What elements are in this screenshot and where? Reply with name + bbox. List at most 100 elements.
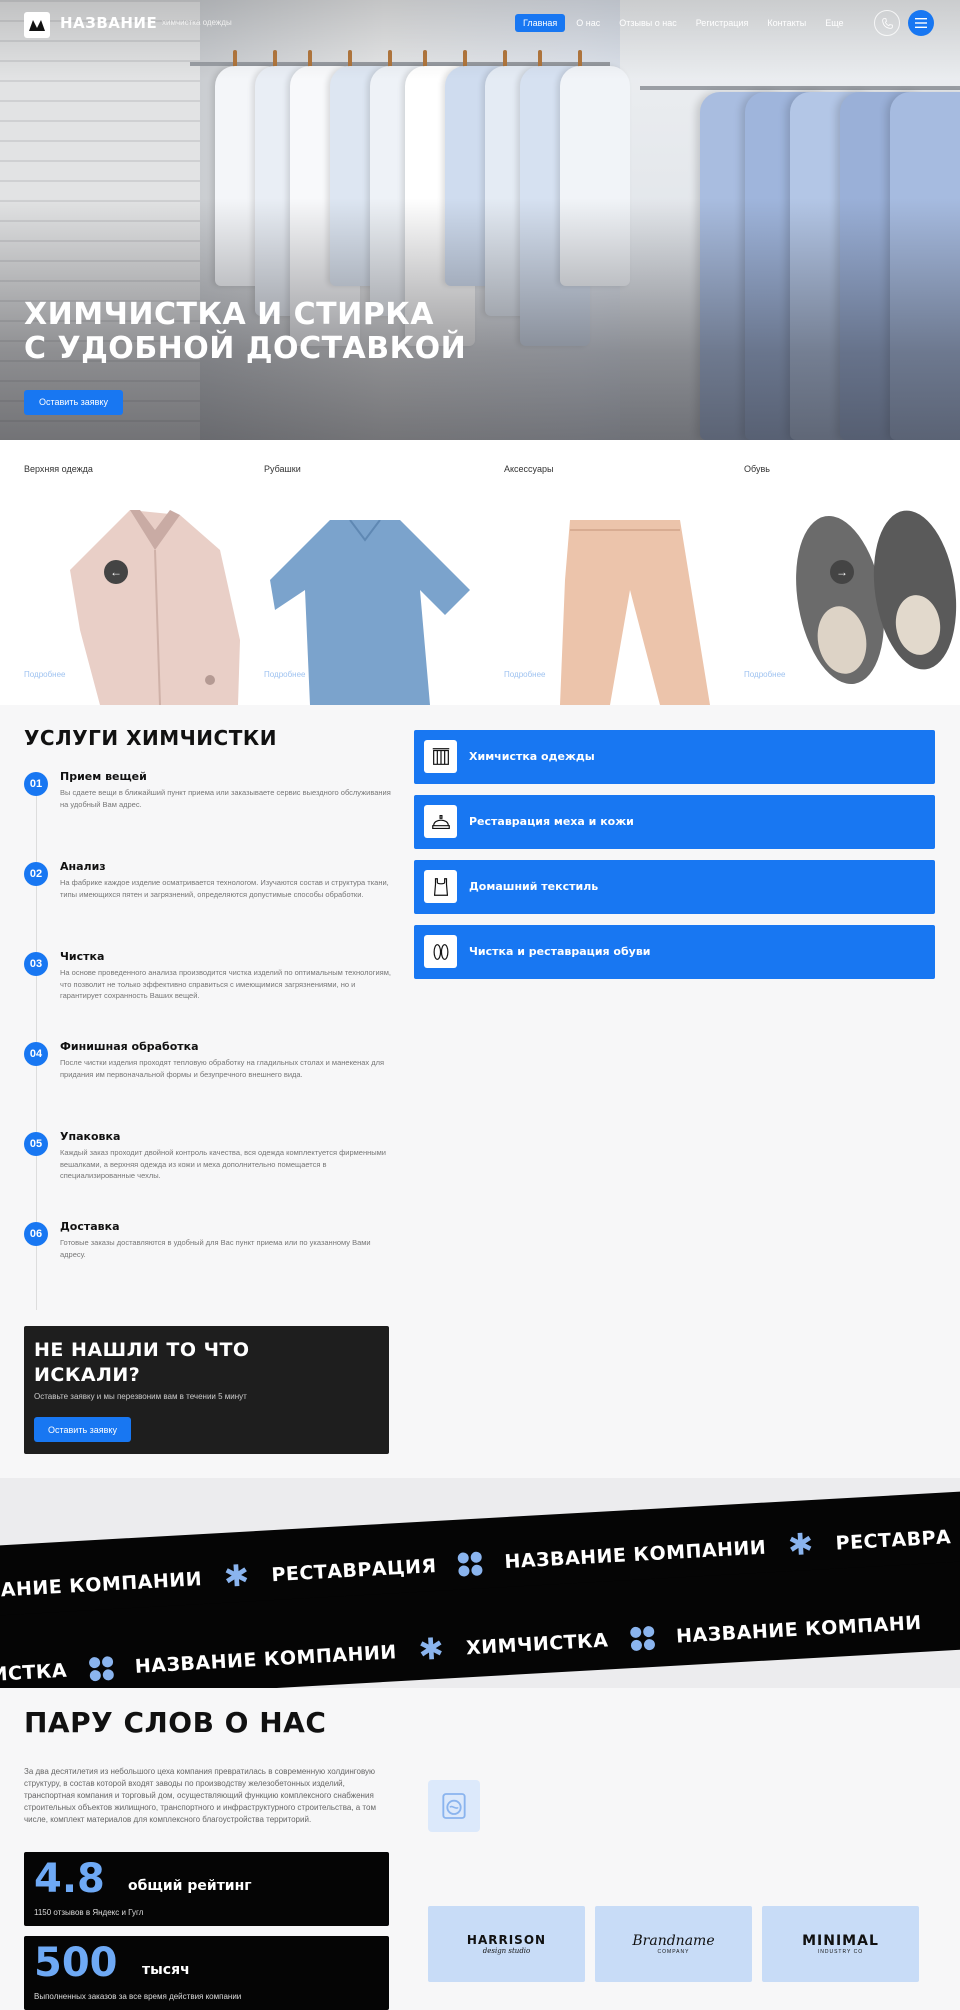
stat-unit: общий рейтинг [128,1878,252,1894]
asterisk-icon: ✱ [787,1526,815,1564]
hero-title-line2: С УДОБНОЙ ДОСТАВКОЙ [24,331,467,366]
category-label: Аксессуары [504,464,554,474]
marquee-text: НАЗВАНИЕ КОМПАНИ [675,1611,923,1648]
stat-card-rating: 4.8 общий рейтинг 1150 отзывов в Яндекс … [24,1852,389,1926]
category-label: Верхняя одежда [24,464,93,474]
step-text: Вы сдаете вещи в ближайший пункт приема … [60,788,391,809]
categories-carousel: Верхняя одежда Подробнее Рубашки Подробн… [0,440,960,705]
clothes-icon [424,740,457,773]
arrow-right-icon: → [836,565,848,579]
step-title: Чистка [60,950,105,963]
marquee-text: НАЗВАНИЕ КОМПАНИИ [503,1536,767,1574]
stat-unit: тысяч [142,1962,190,1978]
asterisk-icon: ✱ [222,1558,251,1595]
step-text: После чистки изделия проходят тепловую о… [60,1058,385,1079]
step-text: На фабрике каждое изделие осматривается … [60,878,389,899]
logo-icon[interactable] [24,12,50,38]
nav-about[interactable]: О нас [568,14,608,32]
step-text: Каждый заказ проходит двойной контроль к… [60,1148,386,1180]
marquee-text: РЕСТАВРА [835,1526,952,1555]
marquee-text: РЕСТАВРАЦИЯ [270,1555,438,1587]
step-number: 06 [24,1222,48,1246]
main-nav: Главная О нас Отзывы о нас Регистрация К… [515,14,855,32]
phone-button[interactable] [874,10,900,36]
marquee-text: АНИЕ КОМПАНИИ [0,1568,203,1602]
step-number: 02 [24,862,48,886]
brand-subtitle: химчистка одежды [162,18,232,27]
marquee-text: ИСТКА [0,1659,68,1686]
trousers-image [560,520,710,705]
category-more-link[interactable]: Подробнее [24,670,66,679]
menu-button[interactable] [908,10,934,36]
category-label: Рубашки [264,464,301,474]
flower-icon [88,1656,114,1682]
category-more-link[interactable]: Подробнее [504,670,546,679]
step-title: Анализ [60,860,106,873]
step-title: Прием вещей [60,770,147,783]
hero-title: ХИМЧИСТКА И СТИРКА С УДОБНОЙ ДОСТАВКОЙ [24,298,584,366]
marquee-row: ИСТКА НАЗВАНИЕ КОМПАНИИ ✱ ХИМЧИСТКА НАЗВ… [0,1607,944,1688]
brand-name[interactable]: НАЗВАНИЕ [60,14,157,32]
hero-request-button[interactable]: Оставить заявку [24,390,123,415]
service-button-clothes[interactable]: Химчистка одежды [414,730,935,784]
promo-card: НЕ НАШЛИ ТО ЧТО ИСКАЛИ? Оставьте заявку … [24,1326,389,1454]
nav-reviews[interactable]: Отзывы о нас [611,14,684,32]
service-button-textile[interactable]: Домашний текстиль [414,860,935,914]
step-title: Упаковка [60,1130,121,1143]
promo-title-line1: НЕ НАШЛИ ТО ЧТО [34,1339,250,1361]
partner-sub: COMPANY [657,1949,690,1955]
flower-icon [457,1551,484,1577]
arrow-left-icon: ← [110,565,122,579]
stat-caption: 1150 отзывов в Яндекс и Гугл [34,1908,144,1917]
promo-title: НЕ НАШЛИ ТО ЧТО ИСКАЛИ? [34,1338,334,1388]
marquee-section: АНИЕ КОМПАНИИ ✱ РЕСТАВРАЦИЯ НАЗВАНИЕ КОМ… [0,1478,960,1688]
step-text: Готовые заказы доставляются в удобный дл… [60,1238,371,1259]
about-title: ПАРУ СЛОВ О НАС [24,1706,327,1739]
nav-registration[interactable]: Регистрация [688,14,757,32]
service-button-fur-leather[interactable]: Реставрация меха и кожи [414,795,935,849]
partner-logo-harrison: HARRISON design studio [428,1906,585,1982]
stat-value: 500 [34,1940,118,1986]
category-label: Обувь [744,464,770,474]
asterisk-icon: ✱ [417,1631,446,1668]
promo-request-button[interactable]: Оставить заявку [34,1417,131,1442]
step-number: 01 [24,772,48,796]
marquee-text: ХИМЧИСТКА [465,1629,609,1660]
category-more-link[interactable]: Подробнее [744,670,786,679]
partner-name: MINIMAL [802,1933,879,1949]
category-card-shirts[interactable]: Рубашки Подробнее [240,440,480,705]
partner-name: Brandname [632,1933,715,1949]
category-card-accessories[interactable]: Аксессуары Подробнее [480,440,720,705]
hero-title-line1: ХИМЧИСТКА И СТИРКА [24,297,434,332]
step-title: Финишная обработка [60,1040,199,1053]
promo-subtitle: Оставьте заявку и мы перезвоним вам в те… [34,1392,247,1401]
step-number: 05 [24,1132,48,1156]
step-title: Доставка [60,1220,120,1233]
nav-more[interactable]: Еще [817,14,851,32]
service-button-label: Домашний текстиль [469,880,599,893]
carousel-next-button[interactable]: → [830,560,854,584]
washing-machine-icon [428,1780,480,1832]
partner-sub: design studio [482,1947,531,1955]
partner-name: HARRISON [466,1933,547,1947]
step-text: На основе проведенного анализа производи… [60,968,391,1000]
category-more-link[interactable]: Подробнее [264,670,306,679]
service-button-shoes[interactable]: Чистка и реставрация обуви [414,925,935,979]
partner-sub: INDUSTRY CO [817,1949,864,1955]
top-navigation-bar: НАЗВАНИЕ химчистка одежды Главная О нас … [0,0,960,48]
service-button-label: Химчистка одежды [469,750,595,763]
stat-card-orders: 500 тысяч Выполненных заказов за все вре… [24,1936,389,2010]
promo-title-line2: ИСКАЛИ? [34,1364,141,1386]
carousel-prev-button[interactable]: ← [104,560,128,584]
marquee-text: НАЗВАНИЕ КОМПАНИИ [134,1641,398,1678]
shoes-image [796,510,957,685]
nav-home[interactable]: Главная [515,14,566,32]
step-number: 04 [24,1042,48,1066]
phone-icon [881,17,893,29]
about-text: За два десятилетия из небольшого цеха ко… [24,1767,376,1824]
services-title: УСЛУГИ ХИМЧИСТКИ [24,726,277,750]
nav-contacts[interactable]: Контакты [759,14,814,32]
hero-overlay [0,0,960,440]
service-button-label: Чистка и реставрация обуви [469,945,651,958]
flower-icon [629,1625,655,1652]
